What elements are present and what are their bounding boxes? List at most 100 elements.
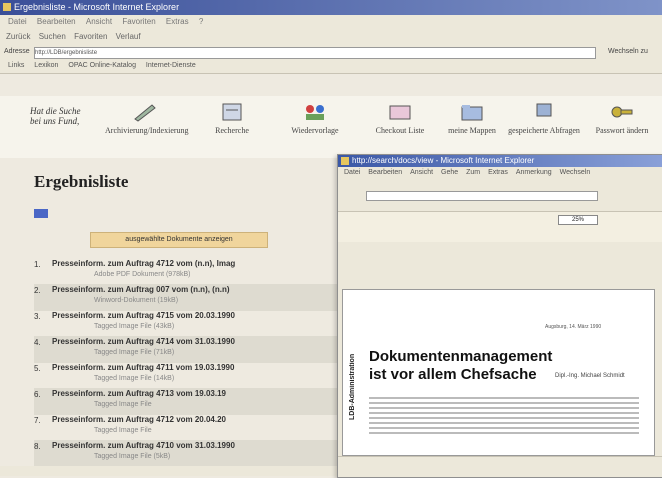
result-row[interactable]: 7. Presseinform. zum Auftrag 4712 vom 20… (34, 414, 344, 441)
result-row[interactable]: 8. Presseinform. zum Auftrag 4710 vom 31… (34, 440, 344, 467)
result-row[interactable]: 1. Presseinform. zum Auftrag 4712 vom (n… (34, 258, 344, 285)
document-headline-line2: ist vor allem Chefsache (369, 366, 537, 383)
viewer-menu-item[interactable]: Gehe (441, 169, 458, 176)
nav-password[interactable]: Passwort ändern (582, 102, 662, 135)
link-opac[interactable]: OPAC Online-Katalog (68, 62, 136, 69)
query-icon (536, 103, 552, 117)
result-row[interactable]: 2. Presseinform. zum Auftrag 007 vom (n.… (34, 284, 344, 311)
history-button[interactable]: Verlauf (116, 32, 141, 41)
result-number: 8. (34, 442, 41, 451)
links-label: Links (8, 62, 25, 69)
result-filetype: Winword-Dokument (19kB) (94, 297, 179, 304)
result-title[interactable]: Presseinform. zum Auftrag 4713 vom 19.03… (52, 389, 226, 398)
logo-line-1: Hat die Suche (30, 106, 81, 116)
search-button[interactable]: Suchen (39, 32, 66, 41)
address-input[interactable]: http://LDB/ergebnisliste (34, 47, 596, 59)
nav-saved-queries[interactable]: gespeicherte Abfragen (504, 102, 584, 135)
document-body-text (369, 394, 639, 437)
result-title[interactable]: Presseinform. zum Auftrag 4712 vom (n.n)… (52, 259, 235, 268)
window-title: Ergebnisliste - Microsoft Internet Explo… (14, 2, 180, 12)
document-date: Augsburg, 14. März 1990 (545, 324, 602, 330)
window-titlebar: Ergebnisliste - Microsoft Internet Explo… (0, 0, 662, 15)
result-title[interactable]: Presseinform. zum Auftrag 4715 vom 20.03… (52, 311, 235, 320)
viewer-links-bar (338, 201, 662, 211)
result-number: 1. (34, 260, 41, 269)
show-selected-button[interactable]: ausgewählte Dokumente anzeigen (90, 232, 268, 248)
result-title[interactable]: Presseinform. zum Auftrag 4712 vom 20.04… (52, 415, 226, 424)
result-filetype: Tagged Image File (5kB) (94, 453, 171, 460)
menu-file[interactable]: Datei (8, 17, 27, 26)
viewer-title: http://search/docs/view - Microsoft Inte… (352, 156, 535, 165)
menu-help[interactable]: ? (199, 17, 203, 26)
back-button[interactable]: Zurück (6, 32, 30, 41)
menu-extras[interactable]: Extras (166, 17, 189, 26)
result-title[interactable]: Presseinform. zum Auftrag 4710 vom 31.03… (52, 441, 235, 450)
menu-edit[interactable]: Bearbeiten (37, 17, 76, 26)
page-title: Ergebnisliste (34, 172, 129, 191)
document-headline-line1: Dokumentenmanagement (369, 348, 553, 365)
link-internet[interactable]: Internet-Dienste (146, 62, 196, 69)
viewer-titlebar: http://search/docs/view - Microsoft Inte… (338, 155, 662, 167)
zoom-select[interactable]: 25% (558, 215, 598, 225)
links-bar: Links Lexikon OPAC Online-Katalog Intern… (0, 59, 662, 74)
result-filetype: Tagged Image File (71kB) (94, 349, 175, 356)
viewer-toolbar (338, 178, 662, 190)
nav-resubmission[interactable]: Wiedervorlage (275, 102, 355, 135)
menu-view[interactable]: Ansicht (86, 17, 112, 26)
result-number: 6. (34, 390, 41, 399)
result-row[interactable]: 4. Presseinform. zum Auftrag 4714 vom 31… (34, 336, 344, 363)
viewer-menu-item[interactable]: Extras (488, 169, 508, 176)
key-icon (611, 106, 633, 118)
result-row[interactable]: 6. Presseinform. zum Auftrag 4713 vom 19… (34, 388, 344, 415)
viewer-menu-item[interactable]: Bearbeiten (368, 169, 402, 176)
logo-line-2: bei uns Fund, (30, 116, 80, 126)
result-number: 7. (34, 416, 41, 425)
favorites-button[interactable]: Favoriten (74, 32, 107, 41)
document-sidebar-text: LDB-Administration (349, 353, 356, 420)
viewer-address-input[interactable] (366, 191, 598, 201)
nav-folders[interactable]: meine Mappen (432, 102, 512, 135)
result-filetype: Adobe PDF Dokument (978kB) (94, 271, 191, 278)
viewer-menu-item[interactable]: Datei (344, 169, 360, 176)
nav-checkout[interactable]: Checkout Liste (360, 102, 440, 135)
result-row[interactable]: 5. Presseinform. zum Auftrag 4711 vom 19… (34, 362, 344, 389)
result-row[interactable]: 3. Presseinform. zum Auftrag 4715 vom 20… (34, 310, 344, 337)
people-icon (306, 105, 324, 120)
document-viewer-window: http://search/docs/view - Microsoft Inte… (337, 154, 662, 478)
nav-archive[interactable]: Archivierung/Indexierung (105, 102, 189, 135)
nav-resubmission-label: Wiedervorlage (291, 126, 339, 135)
viewer-menu-item[interactable]: Zum (466, 169, 480, 176)
nav-research-label: Recherche (215, 126, 249, 135)
result-filetype: Tagged Image File (14kB) (94, 375, 175, 382)
menu-bar: Datei Bearbeiten Ansicht Favoriten Extra… (0, 15, 662, 29)
result-number: 5. (34, 364, 41, 373)
menu-favorites[interactable]: Favoriten (122, 17, 155, 26)
nav-saved-queries-label: gespeicherte Abfragen (508, 126, 580, 135)
viewer-menu-item[interactable]: Ansicht (410, 169, 433, 176)
address-label: Adresse (4, 48, 30, 55)
link-lexikon[interactable]: Lexikon (34, 62, 58, 69)
result-title[interactable]: Presseinform. zum Auftrag 4711 vom 19.03… (52, 363, 234, 372)
nav-archive-label: Archivierung/Indexierung (105, 126, 189, 135)
ie-logo-icon (3, 3, 11, 11)
app-logo: Hat die Suche bei uns Fund, (30, 106, 100, 152)
result-filetype: Tagged Image File (94, 427, 152, 434)
viewer-address-bar (338, 190, 662, 201)
result-title[interactable]: Presseinform. zum Auftrag 4714 vom 31.03… (52, 337, 235, 346)
result-filetype: Tagged Image File (43kB) (94, 323, 175, 330)
pen-icon (134, 104, 156, 122)
result-title[interactable]: Presseinform. zum Auftrag 007 vom (n.n),… (52, 285, 230, 294)
go-button[interactable]: Wechseln zu (608, 45, 648, 59)
nav-folders-label: meine Mappen (448, 126, 496, 135)
address-bar: Adresse http://LDB/ergebnisliste Wechsel… (0, 45, 662, 59)
document-icon (222, 103, 242, 121)
app-navigation: Hat die Suche bei uns Fund, Archivierung… (0, 96, 662, 158)
nav-research[interactable]: Recherche (192, 102, 272, 135)
result-filetype: Tagged Image File (94, 401, 152, 408)
viewer-menu-item[interactable]: Anmerkung (516, 169, 552, 176)
toolbar: Zurück Suchen Favoriten Verlauf (0, 29, 662, 45)
result-number: 4. (34, 338, 41, 347)
viewer-tools: 25% (338, 211, 662, 242)
help-icon[interactable] (34, 209, 48, 218)
viewer-menu-item[interactable]: Wechseln (560, 169, 591, 176)
